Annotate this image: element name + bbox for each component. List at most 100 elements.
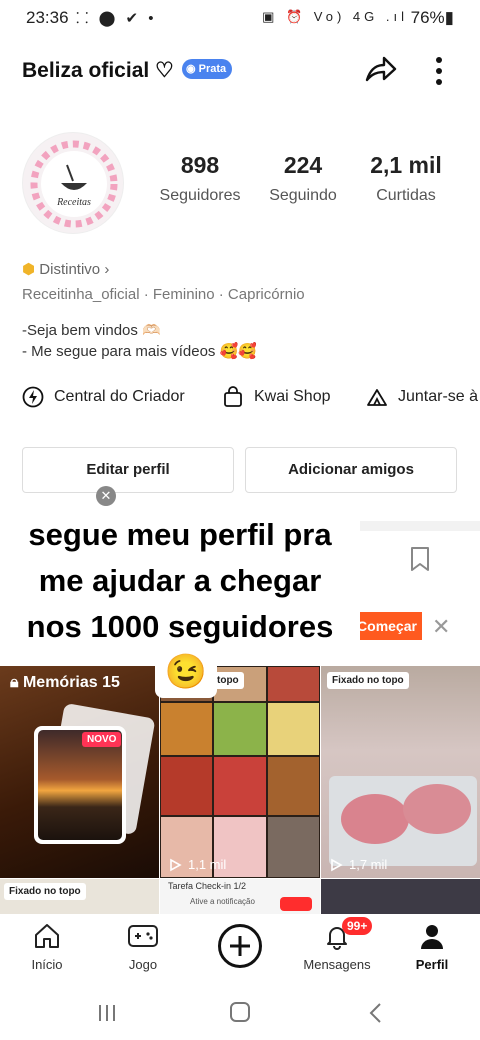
chevron-right-icon: › xyxy=(104,261,110,278)
nav-label: Jogo xyxy=(128,957,158,972)
bookmark-icon xyxy=(411,547,429,571)
nav-game[interactable]: Jogo xyxy=(122,922,164,972)
task-text: Tarefa Check-in 1/2 xyxy=(168,881,247,891)
shopping-bag-icon xyxy=(224,386,242,407)
distintivo-link[interactable]: ⬢ Distintivo › xyxy=(22,260,109,278)
thumbnail-cell xyxy=(213,756,267,816)
plus-icon xyxy=(230,936,250,956)
thumbnail-cell xyxy=(267,702,320,756)
username: Beliza oficial ♡ xyxy=(22,59,174,82)
profile-stats: 898 Seguidores 224 Seguindo 2,1 mil Curt… xyxy=(150,152,460,212)
view-count: 1,7 mil xyxy=(329,857,387,872)
stat-value: 898 xyxy=(180,152,220,178)
lock-icon: 🔒︎ xyxy=(10,674,23,691)
play-icon xyxy=(331,858,343,871)
bottom-nav: Início Jogo Mensagens 99+ Perfil xyxy=(0,914,480,986)
notification-icons: ⸬ ⬤ ✔ • xyxy=(76,10,157,27)
thumbnail-cell xyxy=(213,702,267,756)
person-icon xyxy=(421,925,443,949)
tier-badge[interactable]: ◉ Prata xyxy=(182,59,233,79)
thumbnail-cell xyxy=(160,702,213,756)
stat-followers[interactable]: 898 Seguidores xyxy=(150,152,250,205)
avatar[interactable]: Receitas xyxy=(22,132,124,234)
memories-tile[interactable]: 🔒︎ Memórias 15 NOVO xyxy=(0,666,159,878)
video-tile[interactable]: Tarefa Check-in 1/2 Ative a notificação xyxy=(160,879,320,914)
clock: 23:36 xyxy=(26,8,69,27)
nav-home[interactable]: Início xyxy=(24,922,70,972)
creator-center-link[interactable]: Central do Criador xyxy=(22,380,185,414)
stat-label: Curtidas xyxy=(376,187,436,204)
profile-header: Beliza oficial ♡ ◉ Prata xyxy=(0,48,480,92)
stat-value: 2,1 mil xyxy=(370,152,442,178)
status-bar: 23:36 ⸬ ⬤ ✔ • ▣ ⏰ Vo) 4G .ıl 76%▮ xyxy=(0,0,480,36)
quick-links: Central do Criador Kwai Shop Juntar-se à xyxy=(0,380,480,414)
add-friends-button[interactable]: Adicionar amigos xyxy=(245,447,457,493)
bio-line: -Seja bem vindos 🫶🏻 xyxy=(22,322,161,339)
edit-profile-button[interactable]: Editar perfil xyxy=(22,447,234,493)
tent-icon xyxy=(367,389,387,406)
stat-value: 224 xyxy=(283,152,323,178)
caption-line: nos 1000 seguidores xyxy=(26,609,334,644)
back-icon[interactable] xyxy=(366,1001,386,1025)
recent-apps-icon[interactable] xyxy=(96,1002,118,1024)
task-subtext: Ative a notificação xyxy=(190,897,255,906)
quick-link-label: Kwai Shop xyxy=(254,388,331,405)
thumbnail-cell xyxy=(267,666,320,702)
badge-icon: ◉ xyxy=(186,63,199,75)
nav-label: Perfil xyxy=(415,957,449,972)
profile-bio: -Seja bem vindos 🫶🏻 - Me segue para mais… xyxy=(22,320,257,362)
task-button xyxy=(280,897,312,911)
share-icon xyxy=(365,56,397,82)
stat-following[interactable]: 224 Seguindo xyxy=(253,152,353,205)
caption-overlay: segue meu perfil pra me ajudar a chegar … xyxy=(0,510,360,660)
quick-link-label: Central do Criador xyxy=(54,388,185,405)
play-icon xyxy=(170,858,182,871)
nav-label: Início xyxy=(31,957,63,972)
notification-badge: 99+ xyxy=(342,917,373,935)
stat-likes[interactable]: 2,1 mil Curtidas xyxy=(356,152,456,205)
saved-tab[interactable] xyxy=(408,545,432,578)
system-icons: ▣ ⏰ Vo) 4G .ıl xyxy=(262,9,408,24)
bolt-icon xyxy=(22,386,44,408)
create-button[interactable] xyxy=(218,924,262,968)
home-button-icon[interactable] xyxy=(229,1001,251,1023)
tier-badge-label: Prata xyxy=(198,63,227,75)
stat-label: Seguidores xyxy=(159,187,241,204)
home-icon xyxy=(35,924,59,948)
quick-link-label: Juntar-se à xyxy=(398,388,479,405)
patty-graphic xyxy=(341,794,409,844)
nav-label: Mensagens xyxy=(303,957,371,972)
battery-level: 76%▮ xyxy=(410,8,454,27)
thumbnail-cell xyxy=(267,816,320,878)
caption-line: me ajudar a chegar xyxy=(38,563,322,598)
close-banner-icon[interactable]: ✕ xyxy=(432,614,450,640)
video-tile[interactable] xyxy=(321,879,480,914)
gamepad-icon xyxy=(128,925,158,947)
kwai-shop-link[interactable]: Kwai Shop xyxy=(222,380,331,414)
pinned-badge: Fixado no topo xyxy=(327,672,409,689)
video-tile[interactable]: Fixado no topo xyxy=(0,879,159,914)
view-count: 1,1 mil xyxy=(168,857,226,872)
nav-profile[interactable]: Perfil xyxy=(412,922,452,972)
start-button[interactable]: Começar xyxy=(352,612,422,640)
patty-graphic xyxy=(403,784,471,834)
medal-icon: ⬢ xyxy=(22,261,36,278)
share-button[interactable] xyxy=(362,52,398,88)
pinned-badge: Fixado no topo xyxy=(4,883,86,900)
thumbnail-cell xyxy=(267,756,320,816)
distintivo-label: Distintivo xyxy=(39,261,101,278)
video-tile[interactable]: Fixado no topo 1,7 mil xyxy=(321,666,480,878)
stat-label: Seguindo xyxy=(269,187,337,204)
more-vertical-icon xyxy=(436,57,442,85)
join-link[interactable]: Juntar-se à xyxy=(366,380,478,414)
video-grid: 🔒︎ Memórias 15 NOVO topo 1,1 mil Fixado … xyxy=(0,666,480,914)
bio-line: - Me segue para mais vídeos 🥰🥰 xyxy=(22,343,257,360)
thumbnail-cell xyxy=(160,756,213,816)
profile-meta: Receitinha_oficial · Feminino · Capricór… xyxy=(22,286,305,303)
wink-emoji: 😉 xyxy=(155,646,217,698)
avatar-logo: Receitas xyxy=(30,140,118,228)
memories-label: 🔒︎ Memórias 15 xyxy=(10,674,120,691)
caption-line: segue meu perfil pra xyxy=(28,517,332,552)
more-options-button[interactable] xyxy=(426,52,452,88)
close-icon[interactable]: ✕ xyxy=(96,486,116,506)
